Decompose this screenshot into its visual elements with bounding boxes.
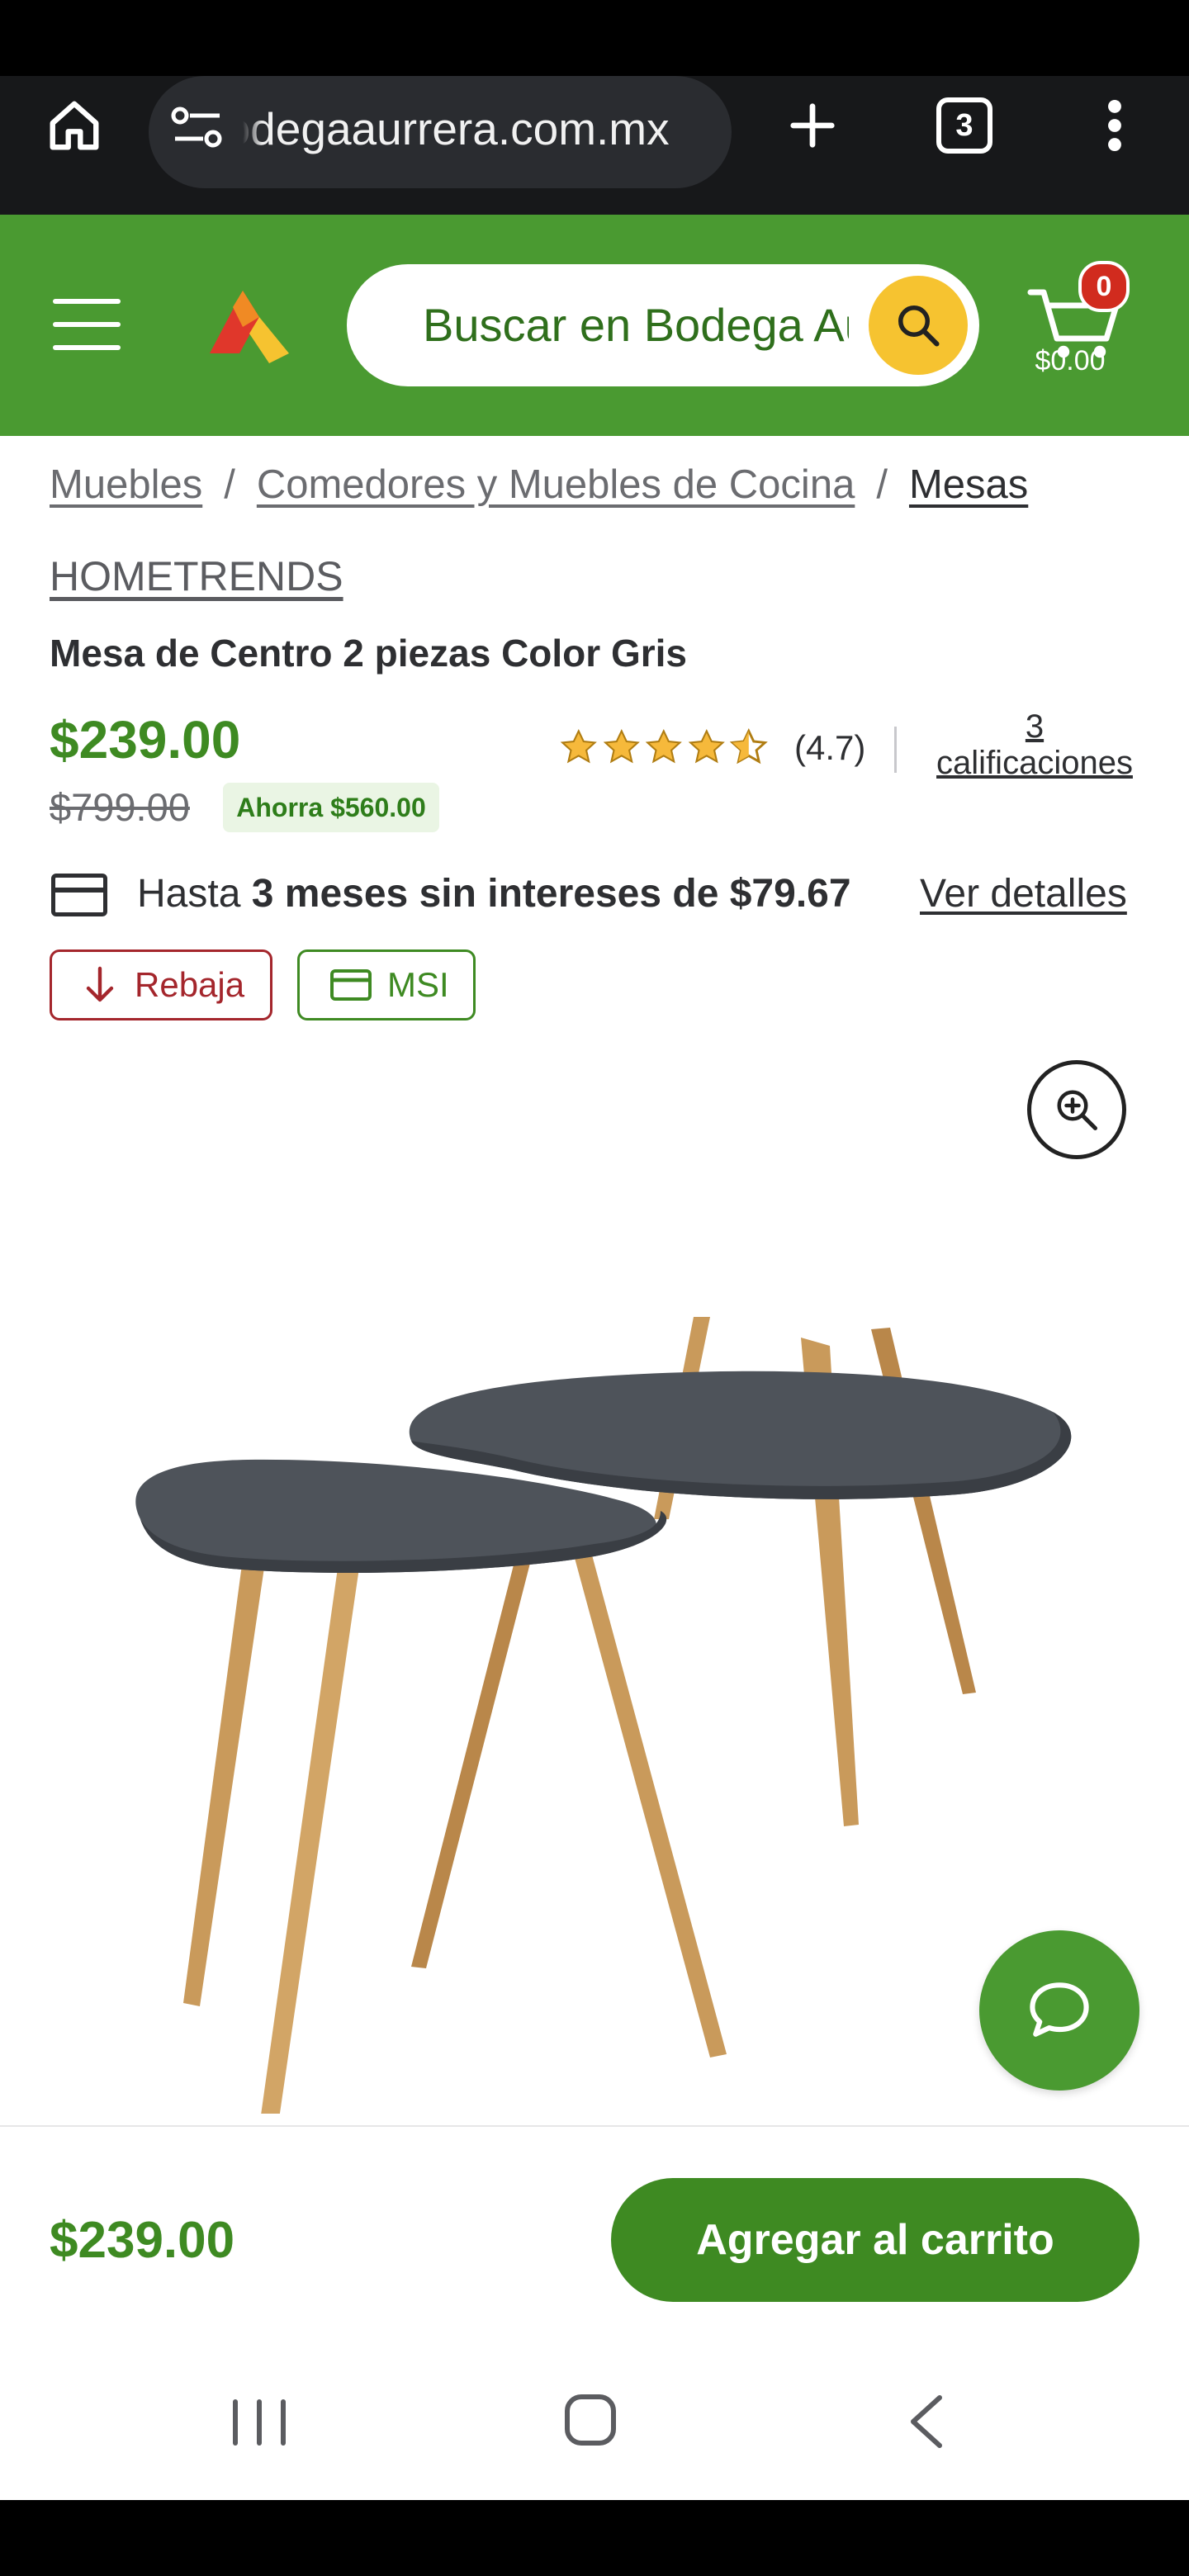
add-to-cart-button[interactable]: Agregar al carrito: [611, 2178, 1139, 2302]
more-vert-icon: [1108, 99, 1121, 152]
original-price: $799.00: [50, 785, 190, 829]
brand-link[interactable]: HOMETRENDS: [50, 548, 343, 604]
credit-card-icon: [330, 969, 372, 1001]
reviews-label: calificaciones: [936, 745, 1133, 781]
search-input[interactable]: Buscar en Bodega Aurrera: [423, 287, 849, 363]
view-details-link[interactable]: Ver detalles: [920, 867, 1127, 921]
bodega-aurrera-logo[interactable]: [203, 281, 294, 368]
credit-card-icon: [51, 874, 107, 916]
recent-apps-button[interactable]: [233, 2399, 286, 2446]
site-settings-icon[interactable]: [170, 102, 225, 152]
breadcrumb-comedores[interactable]: Comedores y Muebles de Cocina: [257, 462, 855, 507]
bottom-edge: [0, 2500, 1189, 2576]
savings-badge: Ahorra $560.00: [223, 783, 439, 832]
reviews-count: 3: [1025, 708, 1045, 745]
installments-text: Hasta 3 meses sin intereses de $79.67: [137, 867, 851, 921]
breadcrumb-separator: /: [224, 462, 235, 507]
system-home-button[interactable]: [565, 2394, 616, 2446]
menu-button[interactable]: [50, 294, 124, 357]
star-icon: [560, 728, 597, 764]
arrow-down-icon: [86, 966, 114, 1002]
product-price: $239.00: [50, 710, 241, 769]
search-button[interactable]: [869, 276, 968, 375]
back-icon[interactable]: [907, 2393, 945, 2451]
msi-label: MSI: [387, 965, 449, 1004]
sticky-price: $239.00: [50, 2212, 235, 2269]
browser-menu-button[interactable]: [1098, 89, 1131, 162]
plus-icon: [790, 103, 835, 148]
rebaja-label: Rebaja: [135, 965, 245, 1004]
installments-detail: 3 meses sin intereses de $79.67: [251, 872, 851, 916]
breadcrumb: Muebles / Comedores y Muebles de Cocina / Me…: [50, 456, 1156, 514]
star-icon: [688, 728, 725, 764]
breadcrumb-separator: /: [876, 462, 888, 507]
home-icon: [50, 101, 99, 150]
product-title: Mesa de Centro 2 piezas Color Gris: [50, 632, 688, 675]
new-tab-button[interactable]: [779, 89, 846, 162]
search-icon: [898, 305, 940, 347]
msi-tag: MSI: [297, 949, 476, 1020]
installments-prefix: Hasta: [137, 872, 241, 916]
product-image[interactable]: [83, 1073, 1106, 2114]
chat-button[interactable]: [979, 1930, 1139, 2091]
status-bar: [0, 0, 1189, 76]
chat-bubble-icon: [1030, 1982, 1089, 2037]
browser-home-button[interactable]: [31, 89, 117, 162]
divider: [894, 727, 897, 773]
half-star-icon: [730, 728, 769, 765]
tab-switcher-button[interactable]: 3: [936, 97, 992, 154]
url-text[interactable]: bodegaaurrera.com.mx: [243, 92, 722, 165]
rating-value: (4.7): [794, 728, 866, 767]
zoom-button[interactable]: [1027, 1060, 1126, 1159]
rebaja-tag: Rebaja: [50, 949, 272, 1020]
reviews-link[interactable]: 3 calificaciones: [923, 708, 1146, 791]
star-icon: [645, 728, 683, 764]
zoom-in-icon: [1057, 1090, 1097, 1130]
breadcrumb-mesas[interactable]: Mesas: [909, 462, 1028, 507]
star-icon: [603, 728, 640, 764]
cart-total: $0.00: [1035, 345, 1106, 376]
cart-count-badge: 0: [1078, 261, 1130, 312]
rating-stars: [558, 727, 770, 769]
url-fade: [243, 92, 263, 165]
breadcrumb-muebles[interactable]: Muebles: [50, 462, 202, 507]
